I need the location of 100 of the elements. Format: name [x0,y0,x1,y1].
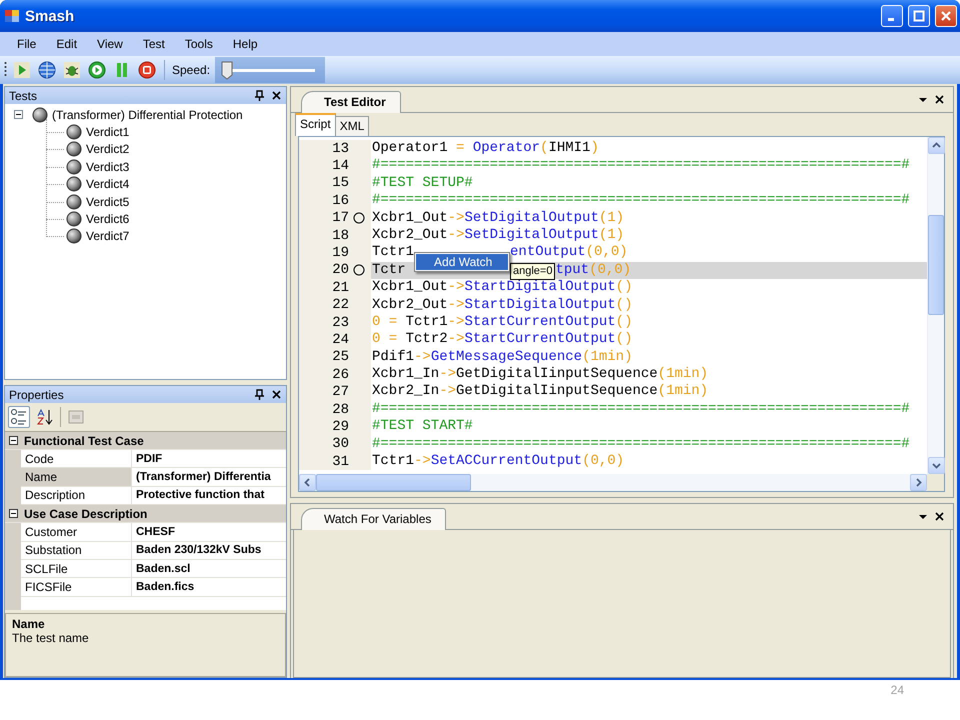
document-tab[interactable]: Test Editor [301,91,401,113]
close-button[interactable] [935,5,957,27]
menu-item[interactable]: Test [134,35,174,53]
collapse-icon[interactable] [8,436,18,445]
play-icon[interactable] [12,60,32,80]
menu-item[interactable]: Help [224,35,267,53]
minimize-button[interactable] [881,5,903,27]
line-number: 13 [331,140,349,157]
chevron-left-icon[interactable] [303,478,312,487]
line-number: 21 [331,280,349,296]
line-number: 18 [331,228,349,244]
menu-item[interactable]: Tools [176,35,222,53]
line-number: 30 [331,436,349,452]
category-label: Use Case Description [23,506,148,521]
property-value: (Transformer) Differentia [135,470,271,486]
tree-item[interactable]: Verdict1 [85,125,130,140]
slider-thumb[interactable] [221,61,234,80]
menu-item[interactable]: File [8,35,46,53]
property-value: Protective function that [135,488,264,504]
scroll-right-button[interactable] [910,474,927,491]
property-name[interactable]: Substation [21,542,132,559]
horizontal-scrollbar[interactable] [299,474,927,491]
speed-label: Speed: [172,63,210,77]
close-icon[interactable] [271,389,282,400]
breakpoint-ring-icon[interactable] [353,264,365,276]
panel-title: Properties [9,388,65,402]
line-number: 16 [331,192,349,209]
code-text: 0 = Tctr1->StartCurrentOutput() [372,314,632,332]
description-title: Name [12,617,46,631]
scroll-thumb[interactable] [316,474,471,491]
code-text: #TEST SETUP# [372,174,473,192]
pin-icon[interactable] [254,388,265,400]
tree-item[interactable]: Verdict4 [85,177,130,192]
line-number: 25 [331,349,349,366]
tree-item[interactable]: Verdict5 [85,194,130,209]
maximize-icon[interactable] [913,10,925,22]
category-label: Functional Test Case [23,434,144,448]
chevron-right-icon[interactable] [914,478,923,487]
property-name[interactable]: Code [21,450,132,468]
bug-icon[interactable] [62,60,82,80]
ball-icon [66,141,82,158]
code-text: Tctr1->SetACCurrentOutput(0,0) [372,453,624,470]
code-text: #==============================================================# [372,436,910,454]
line-number: 29 [331,418,349,435]
close-icon[interactable] [934,94,945,105]
line-number: 28 [331,402,349,418]
property-name[interactable]: FICSFile [21,578,132,596]
property-value: Baden 230/132kV Subs [135,543,262,558]
scroll-left-button[interactable] [299,474,316,491]
category-row[interactable]: Use Case Description [5,505,286,524]
tree-item[interactable]: Verdict2 [85,142,130,156]
code-text: Xcbr1_In->GetDigitalIinputSequence(1min) [372,366,708,384]
ball-icon [66,124,82,140]
tree-item[interactable]: (Transformer) Differential Protection [51,108,244,122]
stop-icon[interactable] [137,60,157,80]
chevron-up-icon[interactable] [932,141,941,150]
play-circle-icon[interactable] [87,60,107,80]
code-text: Xcbr1_Out->SetDigitalOutput(1) [372,210,624,227]
scroll-up-button[interactable] [928,137,945,154]
code-text: Xcbr2_Out->StartDigitalOutput() [372,296,632,314]
menu-item[interactable]: View [88,35,132,53]
pin-icon[interactable] [254,90,265,102]
property-name[interactable]: SCLFile [21,560,132,578]
menu-item[interactable]: Edit [47,35,86,53]
tree-item[interactable]: Verdict7 [85,229,130,244]
scroll-thumb[interactable] [928,215,944,315]
line-number: 31 [331,454,349,470]
line-number: 19 [331,245,349,262]
property-name[interactable]: Customer [21,523,132,541]
code-text: tput(0,0) [555,262,632,280]
document-tab[interactable]: Watch For Variables [301,508,446,530]
vertical-scrollbar[interactable] [927,137,944,474]
speed-slider[interactable] [215,57,326,83]
editor-tab[interactable]: XML [334,116,370,136]
breakpoint-ring-icon[interactable] [353,212,365,224]
code-text: #==============================================================# [372,192,910,210]
code-text: entOutput(0,0) [510,244,628,262]
editor-tab[interactable]: Script [295,113,336,136]
sort-icon[interactable] [36,408,54,426]
tree-item[interactable]: Verdict3 [85,160,130,174]
code-text: Xcbr2_In->GetDigitalIinputSequence(1min) [372,383,708,401]
maximize-button[interactable] [908,5,930,27]
window-title: Smash [25,8,76,24]
tree-item[interactable]: Verdict6 [85,212,130,226]
property-name[interactable]: Name [21,468,132,486]
line-number: 23 [331,314,349,331]
line-number: 14 [331,158,349,174]
globe-icon[interactable] [37,60,57,80]
category-row[interactable]: Functional Test Case [5,432,286,450]
collapse-icon[interactable] [8,509,18,518]
line-number: 17 [331,210,349,226]
line-number: 15 [331,175,349,192]
property-name[interactable]: Description [21,486,132,504]
collapse-icon[interactable] [14,110,23,120]
code-text: #==============================================================# [372,400,910,418]
close-icon[interactable] [934,511,945,522]
chevron-down-icon[interactable] [932,461,941,470]
menu-item[interactable]: Add Watch [416,254,508,270]
close-icon[interactable] [271,90,282,101]
scroll-down-button[interactable] [928,457,945,474]
